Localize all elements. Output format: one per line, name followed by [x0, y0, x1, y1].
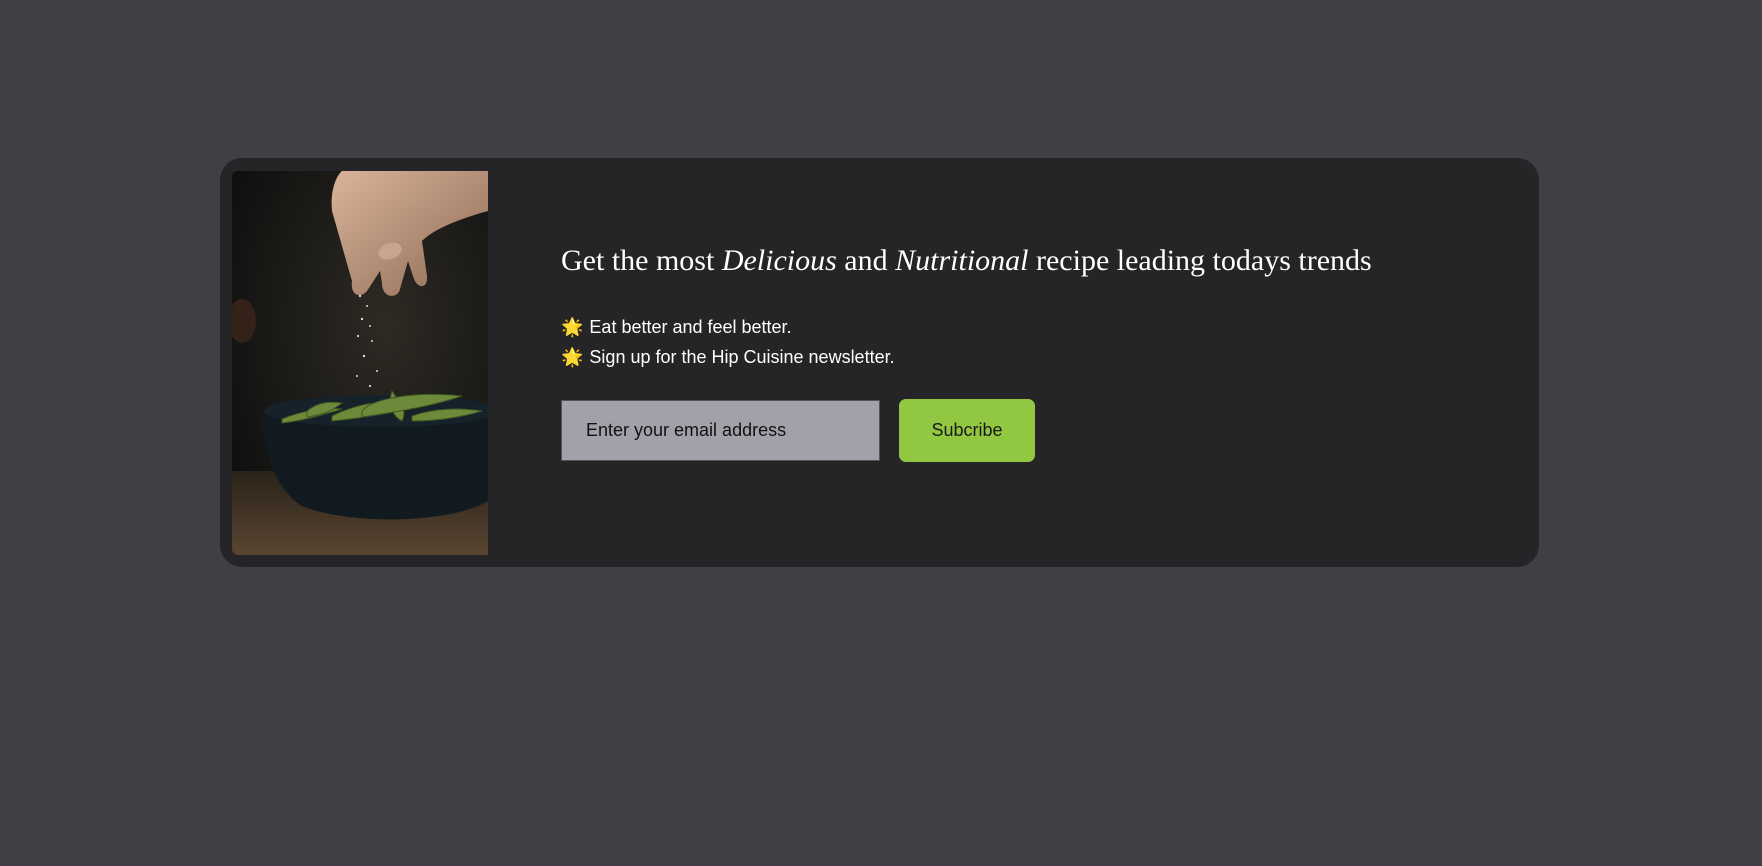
heading-text: and — [836, 244, 896, 277]
benefit-text: Eat better and feel better. — [589, 317, 792, 337]
benefit-text: Sign up for the Hip Cuisine newsletter. — [589, 347, 895, 367]
benefit-list: 🌟 Eat better and feel better. 🌟 Sign up … — [561, 312, 895, 372]
list-item: 🌟 Eat better and feel better. — [561, 312, 895, 342]
newsletter-heading: Get the most Delicious and Nutritional r… — [561, 244, 1372, 278]
email-input[interactable] — [561, 400, 880, 461]
subscribe-button[interactable]: Subcribe — [899, 399, 1035, 462]
heading-emphasis-delicious: Delicious — [721, 244, 837, 277]
newsletter-card: Get the most Delicious and Nutritional r… — [220, 158, 1539, 567]
food-photo — [232, 171, 488, 555]
heading-text: Get the most — [561, 244, 722, 277]
glowing-star-icon: 🌟 — [561, 317, 584, 337]
list-item: 🌟 Sign up for the Hip Cuisine newsletter… — [561, 342, 895, 372]
glowing-star-icon: 🌟 — [561, 347, 584, 367]
heading-text: recipe leading todays trends — [1028, 244, 1372, 277]
heading-emphasis-nutritional: Nutritional — [895, 244, 1029, 277]
